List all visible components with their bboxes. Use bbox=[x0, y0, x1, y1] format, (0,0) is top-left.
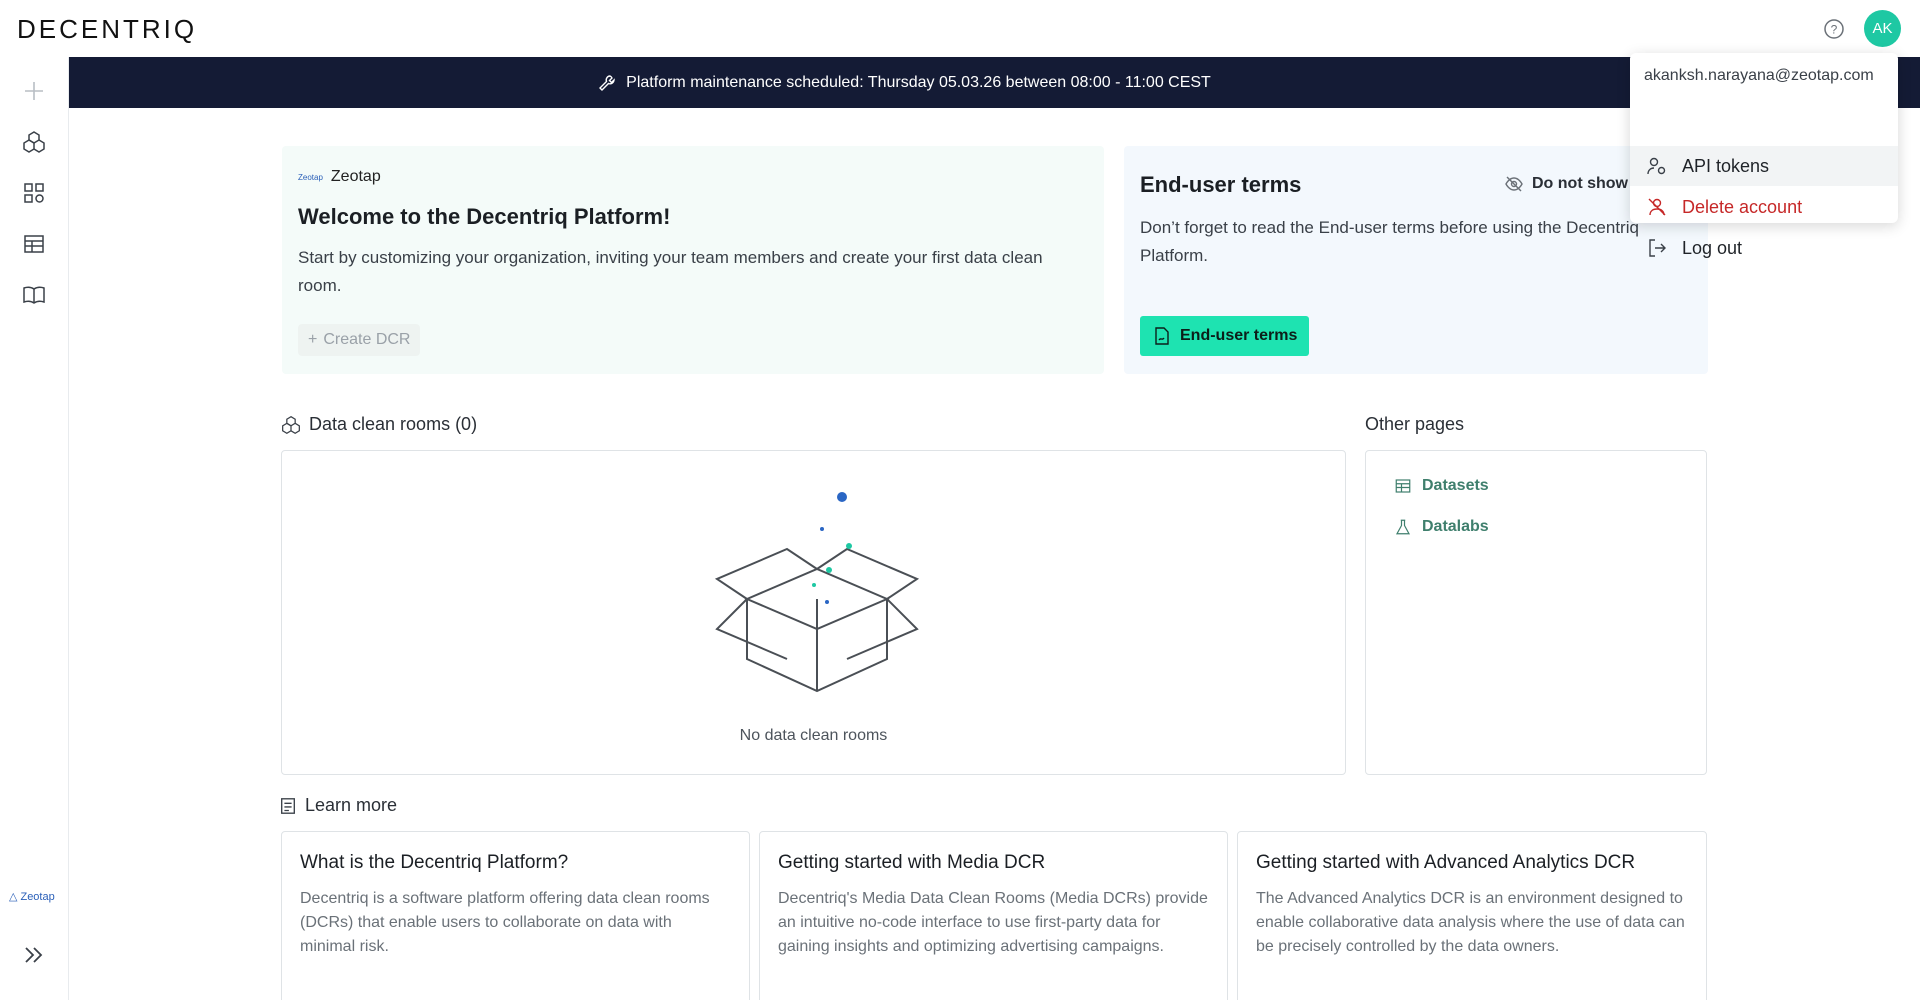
learn-card-media-dcr[interactable]: Getting started with Media DCR Decentriq… bbox=[759, 831, 1228, 1000]
create-dcr-label: Create DCR bbox=[323, 331, 411, 348]
user-avatar[interactable]: AK bbox=[1864, 10, 1901, 47]
datalabs-link[interactable]: Datalabs bbox=[1394, 518, 1489, 536]
svg-text:?: ? bbox=[1831, 23, 1838, 37]
datasets-label: Datasets bbox=[1422, 477, 1489, 494]
learn-card-body: Decentriq is a software platform offerin… bbox=[300, 890, 710, 955]
document-sign-icon bbox=[1155, 327, 1169, 345]
end-user-terms-label: End-user terms bbox=[1180, 327, 1298, 344]
table-icon[interactable] bbox=[20, 230, 48, 258]
do-not-show-button[interactable]: Do not show bbox=[1504, 174, 1628, 194]
datasets-link[interactable]: Datasets bbox=[1394, 477, 1489, 495]
org-name: Zeotap bbox=[330, 168, 381, 185]
learn-card-advanced-analytics[interactable]: Getting started with Advanced Analytics … bbox=[1237, 831, 1707, 1000]
terms-title: End-user terms bbox=[1140, 172, 1302, 197]
book-icon[interactable] bbox=[20, 281, 48, 309]
learn-more-label: Learn more bbox=[305, 795, 398, 815]
do-not-show-label: Do not show bbox=[1532, 175, 1628, 192]
eye-off-icon bbox=[1505, 176, 1523, 192]
wrench-icon bbox=[599, 74, 615, 91]
other-pages-label: Other pages bbox=[1365, 414, 1465, 434]
learn-card-body: The Advanced Analytics DCR is an environ… bbox=[1256, 890, 1685, 955]
left-sidebar: △ Zeotap bbox=[0, 57, 69, 1000]
learn-more-title: Learn more bbox=[279, 795, 397, 816]
learn-card-body: Decentriq's Media Data Clean Rooms (Medi… bbox=[778, 890, 1208, 955]
menu-item-label: API tokens bbox=[1682, 155, 1770, 176]
apps-icon[interactable] bbox=[20, 179, 48, 207]
menu-item-api-tokens[interactable]: API tokens bbox=[1630, 146, 1898, 186]
welcome-card: Zeotap Zeotap Welcome to the Decentriq P… bbox=[282, 146, 1104, 374]
user-gear-icon bbox=[1647, 157, 1666, 175]
user-email: akanksh.narayana@zeotap.com bbox=[1644, 67, 1874, 84]
cubes-icon[interactable] bbox=[20, 128, 48, 156]
learn-card-title: Getting started with Media DCR bbox=[778, 852, 1046, 873]
org-logo: Zeotap bbox=[298, 172, 323, 182]
sidebar-brand-label: Zeotap bbox=[20, 890, 55, 903]
plus-icon[interactable] bbox=[20, 77, 48, 105]
learn-card-platform[interactable]: What is the Decentriq Platform? Decentri… bbox=[281, 831, 750, 1000]
empty-box-illustration bbox=[714, 492, 920, 693]
organization-row: Zeotap Zeotap bbox=[298, 168, 381, 186]
other-pages-panel: Datasets Datalabs bbox=[1365, 450, 1707, 775]
learn-card-title: What is the Decentriq Platform? bbox=[300, 852, 569, 873]
menu-item-label: Delete account bbox=[1682, 196, 1803, 217]
create-dcr-button[interactable]: + Create DCR bbox=[298, 324, 421, 356]
learn-card-title: Getting started with Advanced Analytics … bbox=[1256, 852, 1636, 873]
welcome-title: Welcome to the Decentriq Platform! bbox=[298, 204, 671, 229]
help-icon[interactable]: ? bbox=[1822, 17, 1846, 41]
cubes-icon bbox=[282, 415, 300, 434]
end-user-terms-button[interactable]: End-user terms bbox=[1140, 316, 1310, 356]
dcr-empty-text: No data clean rooms bbox=[739, 727, 888, 744]
logout-icon bbox=[1649, 239, 1666, 257]
user-menu: akanksh.narayana@zeotap.com API tokens D… bbox=[1630, 53, 1898, 258]
triangle-icon: △ bbox=[9, 891, 18, 903]
dcr-title-label: Data clean rooms (0) bbox=[309, 414, 478, 434]
top-bar: DECENTRIQ ? AK bbox=[0, 0, 1920, 57]
banner-text: Platform maintenance scheduled: Thursday… bbox=[626, 73, 1211, 91]
flask-icon bbox=[1395, 519, 1411, 535]
expand-sidebar-icon[interactable] bbox=[20, 941, 48, 969]
datalabs-label: Datalabs bbox=[1422, 518, 1489, 535]
other-pages-title: Other pages bbox=[1365, 414, 1464, 435]
decentriq-logo[interactable]: DECENTRIQ bbox=[17, 14, 197, 45]
welcome-body: Start by customizing your organization, … bbox=[298, 248, 1043, 295]
user-remove-icon bbox=[1648, 198, 1666, 216]
terms-body: Don’t forget to read the End-user terms … bbox=[1140, 218, 1639, 265]
dcr-section-title: Data clean rooms (0) bbox=[281, 414, 477, 435]
menu-item-label: Log out bbox=[1682, 237, 1743, 258]
table-icon bbox=[1395, 479, 1411, 493]
menu-item-log-out[interactable]: Log out bbox=[1630, 228, 1898, 268]
sidebar-brand: △ Zeotap bbox=[9, 890, 55, 904]
menu-item-delete-account[interactable]: Delete account bbox=[1630, 187, 1898, 227]
document-icon bbox=[281, 797, 295, 814]
end-user-terms-card: End-user terms Do not show Don’t forget … bbox=[1124, 146, 1708, 374]
plus-icon: + bbox=[308, 331, 318, 348]
dcr-empty-panel: No data clean rooms bbox=[281, 450, 1346, 775]
